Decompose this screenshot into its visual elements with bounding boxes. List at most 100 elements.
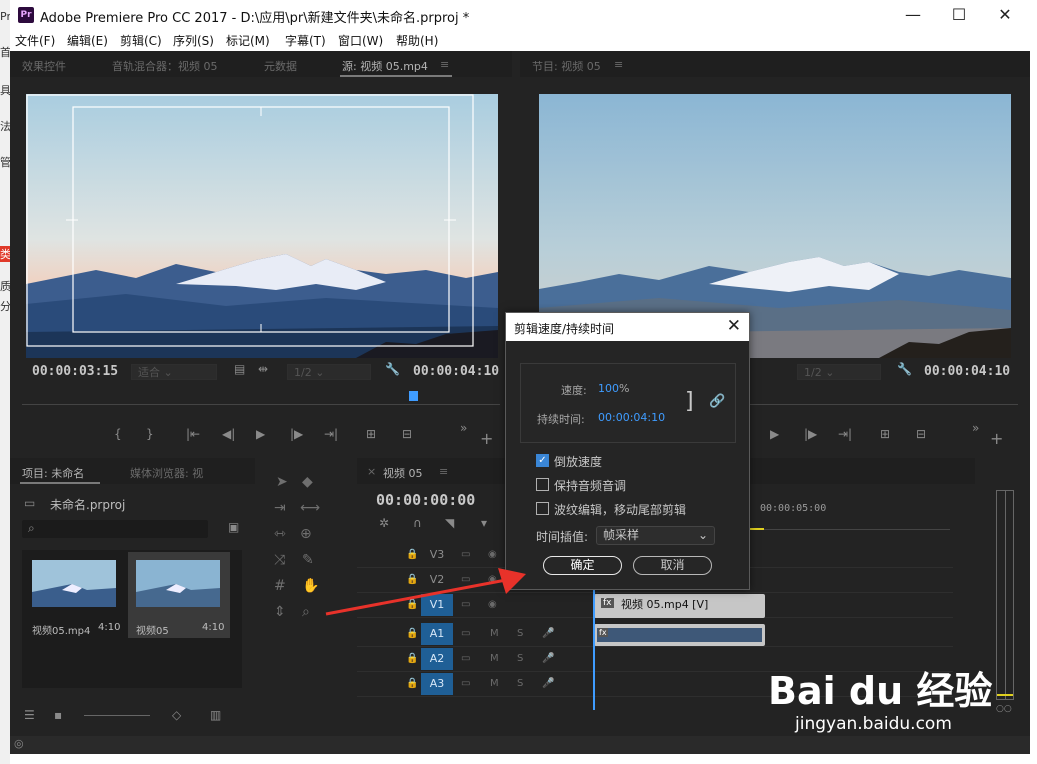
minimize-button[interactable]: — (890, 0, 936, 30)
sort-icon[interactable]: ◇ (172, 708, 181, 722)
lock-icon[interactable]: 🔒 (406, 653, 418, 664)
link-chain-icon[interactable]: 🔗 (709, 394, 725, 409)
ripple-edit-tool-icon[interactable]: ⇥ (274, 500, 286, 516)
project-item-sequence[interactable]: 视频05 4:10 (128, 552, 230, 638)
lock-icon[interactable]: 🔒 (406, 549, 418, 560)
speed-value[interactable]: 100 (598, 382, 619, 395)
reverse-speed-checkbox[interactable]: ✓ (536, 454, 549, 467)
tab-source[interactable]: 源: 视频 05.mp4 (342, 58, 428, 74)
step-back-icon[interactable]: ◀| (222, 427, 235, 441)
panel-menu-icon[interactable]: ≡ (439, 465, 448, 478)
duration-value[interactable]: 00:00:04:10 (598, 411, 665, 424)
solo-indicator-icon[interactable]: ○○ (996, 704, 1012, 714)
source-timeline-ruler[interactable] (22, 391, 500, 405)
mark-in-icon[interactable]: { (114, 427, 122, 441)
tab-effect-controls[interactable]: 效果控件 (22, 58, 66, 74)
export-frame-icon[interactable]: ▤ (234, 362, 245, 376)
tab-metadata[interactable]: 元数据 (264, 58, 297, 74)
panel-menu-icon[interactable]: ≡ (614, 58, 623, 71)
go-to-out-icon[interactable]: ⇥| (838, 427, 852, 441)
add-marker-icon[interactable]: ▾ (481, 516, 487, 530)
more-controls-icon[interactable]: » (972, 421, 979, 435)
play-icon[interactable]: ▶ (256, 427, 265, 441)
mute-button[interactable]: M (490, 678, 499, 689)
close-window-button[interactable]: ✕ (982, 0, 1028, 30)
razor-tool-icon[interactable]: ⤨ (274, 552, 285, 568)
track-label-a1[interactable]: A1 (421, 623, 453, 645)
microphone-icon[interactable]: 🎤 (542, 678, 554, 689)
pen-tool-icon[interactable]: ✎ (302, 552, 314, 568)
step-forward-icon[interactable]: |▶ (804, 427, 817, 441)
mark-out-icon[interactable]: } (146, 427, 154, 441)
menu-edit[interactable]: 编辑(E) (67, 32, 108, 49)
wrench-icon[interactable]: 🔧 (897, 362, 912, 376)
selection-tool-icon[interactable]: ➤ (276, 474, 288, 490)
zoom-tool-icon[interactable]: ⌕ (302, 604, 310, 620)
program-resolution-dropdown[interactable]: 1/2 ⌄ (797, 364, 881, 380)
mute-button[interactable]: M (490, 653, 499, 664)
lock-icon[interactable]: 🔒 (406, 678, 418, 689)
sync-icon[interactable]: ▭ (461, 678, 470, 689)
rolling-edit-tool-icon[interactable]: ⟷ (300, 500, 320, 516)
dialog-close-icon[interactable]: ✕ (727, 316, 741, 336)
slip-tool-icon[interactable]: # (274, 578, 286, 594)
ok-button[interactable]: 确定 (543, 556, 622, 575)
overwrite-icon[interactable]: ⊟ (402, 427, 412, 441)
microphone-icon[interactable]: 🎤 (542, 653, 554, 664)
menu-sequence[interactable]: 序列(S) (173, 32, 214, 49)
add-button-icon[interactable]: + (990, 429, 1003, 448)
source-playhead[interactable] (409, 391, 418, 401)
zoom-slider[interactable] (84, 715, 150, 716)
menu-file[interactable]: 文件(F) (15, 32, 55, 49)
panel-menu-icon[interactable]: ≡ (440, 58, 449, 71)
tab-sequence[interactable]: 视频 05 (383, 465, 423, 481)
timeline-timecode[interactable]: 00:00:00:00 (376, 491, 475, 509)
add-button-icon[interactable]: + (480, 429, 493, 448)
automate-icon[interactable]: ▥ (210, 708, 221, 722)
menu-help[interactable]: 帮助(H) (396, 32, 438, 49)
menu-title[interactable]: 字幕(T) (285, 32, 326, 49)
menu-window[interactable]: 窗口(W) (338, 32, 383, 49)
tab-audio-track-mixer[interactable]: 音轨混合器：视频 05 (112, 58, 218, 74)
source-current-timecode[interactable]: 00:00:03:15 (32, 364, 118, 379)
snap-icon[interactable]: ∩ (413, 516, 422, 530)
timeline-ruler[interactable] (750, 518, 950, 530)
tab-program[interactable]: 节目: 视频 05 (532, 58, 601, 74)
more-controls-icon[interactable]: » (460, 421, 467, 435)
track-label-a3[interactable]: A3 (421, 673, 453, 695)
maintain-pitch-checkbox[interactable] (536, 478, 549, 491)
insert-icon[interactable]: ⊞ (366, 427, 376, 441)
menu-marker[interactable]: 标记(M) (226, 32, 270, 49)
insert-mode-icon[interactable]: ⇹ (258, 362, 268, 376)
go-to-out-icon[interactable]: ⇥| (324, 427, 338, 441)
close-tab-icon[interactable]: × (367, 465, 376, 478)
list-view-icon[interactable]: ☰ (24, 708, 35, 722)
step-forward-icon[interactable]: |▶ (290, 427, 303, 441)
microphone-icon[interactable]: 🎤 (542, 628, 554, 639)
tab-project[interactable]: 项目: 未命名 (22, 465, 84, 481)
project-item-clip[interactable]: 视频05.mp4 4:10 (24, 552, 126, 638)
extract-icon[interactable]: ⊟ (916, 427, 926, 441)
rate-stretch-tool-icon[interactable]: ⇿ (274, 526, 286, 542)
icon-view-icon[interactable]: ▪ (54, 708, 62, 722)
sync-icon[interactable]: ▭ (461, 549, 470, 560)
type-tool-icon[interactable]: ⇕ (274, 604, 286, 620)
time-interpolation-select[interactable]: 帧采样 ⌄ (596, 526, 715, 545)
fit-dropdown[interactable]: 适合 ⌄ (131, 364, 217, 380)
eye-icon[interactable]: ◉ (488, 549, 497, 560)
menu-clip[interactable]: 剪辑(C) (120, 32, 162, 49)
solo-button[interactable]: S (517, 653, 523, 664)
track-select-tool-icon[interactable]: ◆ (302, 474, 313, 490)
ripple-edit-checkbox[interactable] (536, 502, 549, 515)
project-search-input[interactable]: ⌕ (22, 520, 208, 538)
linked-selection-icon[interactable]: ◥ (445, 516, 454, 530)
hand-tool-icon[interactable]: ✋ (302, 578, 319, 594)
mute-button[interactable]: M (490, 628, 499, 639)
lock-icon[interactable]: 🔒 (406, 628, 418, 639)
lift-icon[interactable]: ⊞ (880, 427, 890, 441)
cancel-button[interactable]: 取消 (633, 556, 712, 575)
sync-icon[interactable]: ▭ (461, 628, 470, 639)
source-resolution-dropdown[interactable]: 1/2 ⌄ (287, 364, 371, 380)
new-bin-icon[interactable]: ▣ (228, 520, 239, 534)
tab-media-browser[interactable]: 媒体浏览器: 视 (130, 465, 203, 481)
